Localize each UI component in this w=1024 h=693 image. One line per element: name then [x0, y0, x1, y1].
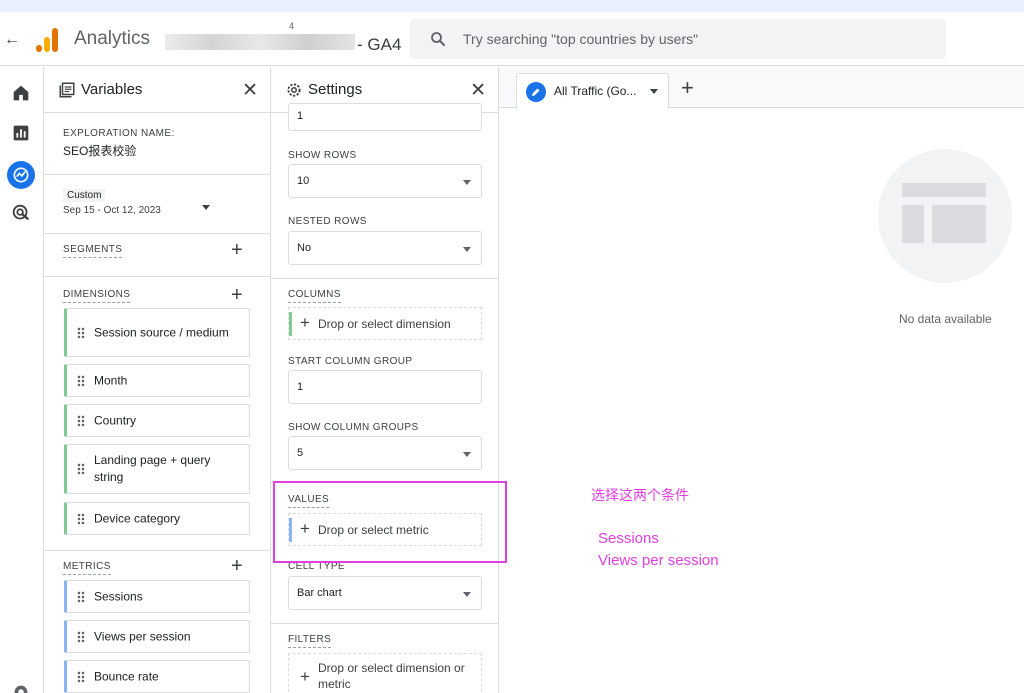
drag-handle-icon[interactable] — [77, 414, 85, 427]
close-icon[interactable]: ✕ — [470, 79, 486, 102]
annotation-title: 选择这两个条件 — [591, 487, 689, 503]
show-rows-select[interactable]: 10 — [288, 164, 482, 198]
add-segment-icon[interactable]: + — [231, 240, 243, 260]
left-nav-rail — [0, 67, 44, 693]
drag-handle-icon[interactable] — [77, 670, 85, 683]
dimensions-label: DIMENSIONS — [63, 289, 131, 303]
dimension-chip[interactable]: Country — [64, 404, 250, 437]
blurred-property-name[interactable] — [165, 34, 355, 50]
tab-all-traffic[interactable]: All Traffic (Go... — [516, 73, 669, 109]
metric-chip[interactable]: Views per session — [64, 620, 250, 653]
drag-handle-icon[interactable] — [77, 512, 85, 525]
add-tab-icon[interactable]: + — [681, 77, 694, 99]
cell-type-select[interactable]: Bar chart — [288, 576, 482, 610]
show-column-groups-label: SHOW COLUMN GROUPS — [288, 422, 419, 433]
analytics-logo[interactable] — [35, 26, 59, 52]
date-range[interactable]: Sep 15 - Oct 12, 2023 — [63, 205, 161, 216]
settings-icon[interactable] — [10, 681, 32, 693]
search-bar[interactable]: Try searching "top countries by users" — [410, 19, 946, 59]
start-column-group-label: START COLUMN GROUP — [288, 356, 413, 367]
app-title: Analytics — [74, 28, 151, 49]
plus-icon: + — [300, 313, 310, 332]
advertising-icon[interactable] — [10, 202, 32, 224]
divider — [44, 276, 270, 277]
variables-panel: Variables ✕ EXPLORATION NAME: SEO报表校验 Cu… — [44, 67, 271, 693]
drag-handle-icon[interactable] — [77, 630, 85, 643]
nested-rows-select[interactable]: No — [288, 231, 482, 265]
show-rows-label: SHOW ROWS — [288, 150, 357, 161]
variables-header: Variables ✕ — [44, 67, 270, 113]
date-type-badge: Custom — [63, 189, 106, 202]
search-placeholder: Try searching "top countries by users" — [463, 31, 699, 47]
exploration-canvas: All Traffic (Go... + No data available — [499, 67, 1024, 693]
annotation-line-2: Views per session — [598, 552, 719, 569]
drag-handle-icon[interactable] — [77, 374, 85, 387]
scrolled-field[interactable]: 1 — [288, 103, 482, 131]
search-icon — [431, 32, 445, 46]
segments-label: SEGMENTS — [63, 244, 123, 258]
reports-icon[interactable] — [10, 122, 32, 144]
divider — [271, 278, 498, 279]
app-header: ← Analytics 4 - GA4 Try searching "top c… — [0, 12, 1024, 66]
dimension-chip[interactable]: Month — [64, 364, 250, 397]
gear-icon — [287, 83, 301, 97]
no-data-text: No data available — [899, 312, 992, 326]
chevron-down-icon — [463, 247, 471, 252]
annotation-line-1: Sessions — [598, 530, 659, 547]
divider — [44, 233, 270, 234]
chevron-down-icon — [463, 452, 471, 457]
settings-panel: Settings ✕ 1 SHOW ROWS 10 NESTED ROWS No… — [271, 67, 499, 693]
tab-bar: All Traffic (Go... + — [499, 67, 1024, 109]
home-icon[interactable] — [10, 82, 32, 104]
variables-icon — [59, 82, 75, 98]
divider — [271, 623, 498, 624]
property-superscript: 4 — [289, 21, 295, 31]
add-metric-icon[interactable]: + — [231, 556, 243, 576]
metric-chip[interactable]: Sessions — [64, 580, 250, 613]
drag-handle-icon[interactable] — [77, 590, 85, 603]
nested-rows-label: NESTED ROWS — [288, 216, 367, 227]
drag-handle-icon[interactable] — [77, 463, 85, 475]
dimension-chip[interactable]: Landing page + query string — [64, 444, 250, 494]
filters-label: FILTERS — [288, 634, 332, 648]
divider — [44, 550, 270, 551]
chevron-down-icon — [463, 592, 471, 597]
divider — [44, 174, 270, 175]
exploration-name-label: EXPLORATION NAME: — [63, 128, 175, 139]
plus-icon: + — [300, 667, 310, 686]
filters-drop-zone[interactable]: + Drop or select dimension or metric — [288, 653, 482, 693]
columns-drop-zone[interactable]: + Drop or select dimension — [288, 307, 482, 340]
exploration-name-value[interactable]: SEO报表校验 — [63, 142, 136, 159]
columns-label: COLUMNS — [288, 289, 341, 303]
browser-top-strip — [0, 0, 1024, 12]
annotation-highlight-box — [273, 481, 507, 563]
chevron-down-icon — [463, 180, 471, 185]
dimension-chip[interactable]: Session source / medium — [64, 308, 250, 357]
dimension-chip[interactable]: Device category — [64, 502, 250, 535]
variables-title: Variables — [81, 81, 143, 98]
drag-handle-icon[interactable] — [77, 326, 85, 339]
explore-icon[interactable] — [7, 161, 35, 189]
chevron-down-icon[interactable] — [650, 89, 658, 94]
add-dimension-icon[interactable]: + — [231, 285, 243, 305]
pencil-icon[interactable] — [526, 82, 546, 102]
back-arrow-icon[interactable]: ← — [4, 31, 20, 49]
settings-title: Settings — [308, 81, 363, 98]
no-data-illustration — [878, 149, 1012, 283]
show-column-groups-select[interactable]: 5 — [288, 436, 482, 470]
close-icon[interactable]: ✕ — [242, 79, 258, 102]
metrics-label: METRICS — [63, 561, 111, 575]
metric-chip[interactable]: Bounce rate — [64, 660, 250, 693]
date-dropdown-caret-icon[interactable] — [202, 205, 210, 210]
property-suffix[interactable]: - GA4 — [357, 35, 401, 55]
start-column-group-input[interactable]: 1 — [288, 370, 482, 404]
